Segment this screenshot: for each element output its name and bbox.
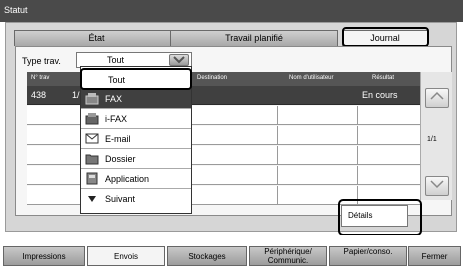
tab-etat[interactable]: État: [14, 30, 179, 46]
dropdown-item-label: E-mail: [105, 134, 131, 144]
tab-stockages[interactable]: Stockages: [167, 246, 247, 266]
dropdown-item-label: Application: [105, 174, 150, 184]
dropdown-item-application[interactable]: Application: [81, 169, 191, 189]
tab-impressions[interactable]: Impressions: [3, 246, 85, 266]
title-bar: Statut: [0, 0, 463, 22]
dropdown-item-label: Dossier: [105, 154, 136, 164]
tab-papier-conso[interactable]: Papier/conso.: [329, 246, 407, 266]
column-header-job-number: N° trav: [31, 75, 50, 81]
job-extra-cell: 1/: [72, 90, 80, 100]
fax-icon: [85, 92, 99, 105]
scroll-up-button[interactable]: [425, 88, 449, 108]
result-cell: En cours: [362, 90, 398, 100]
arrow-down-icon: [85, 192, 99, 205]
tab-travail-planifie[interactable]: Travail planifié: [170, 30, 338, 46]
page-indicator: 1/1: [427, 136, 437, 143]
dropdown-item-fax[interactable]: FAX: [81, 89, 191, 109]
dropdown-item-label: Tout: [108, 75, 126, 85]
column-header-user-name: Nom d'utilisateur: [289, 75, 334, 81]
dropdown-item-ifax[interactable]: i-FAX: [81, 109, 191, 129]
tab-peripherique-communic[interactable]: Périphérique/ Communic.: [249, 246, 327, 266]
scroll-area: 1/1: [420, 72, 452, 200]
column-header-result: Résultat: [372, 75, 395, 81]
application-icon: [85, 172, 99, 185]
dropdown-item-dossier[interactable]: Dossier: [81, 149, 191, 169]
chevron-down-icon: [430, 180, 444, 189]
dropdown-item-email[interactable]: E-mail: [81, 129, 191, 149]
chevron-up-icon: [430, 91, 444, 100]
scroll-down-button[interactable]: [425, 176, 449, 196]
job-type-label: Type trav.: [22, 56, 61, 66]
column-header-destination: Destination: [197, 75, 228, 81]
folder-icon: [85, 152, 99, 165]
dropdown-item-tout[interactable]: Tout: [80, 68, 192, 90]
tab-envois[interactable]: Envois: [87, 246, 165, 266]
dropdown-item-label: Suivant: [105, 194, 136, 204]
dropdown-item-suivant[interactable]: Suivant: [81, 189, 191, 209]
close-button[interactable]: Fermer: [408, 246, 461, 266]
dropdown-item-label: i-FAX: [105, 114, 128, 124]
dropdown-item-label: FAX: [105, 94, 123, 104]
job-type-value: Tout: [107, 55, 125, 65]
details-button-highlight: [338, 199, 422, 236]
ifax-icon: [85, 112, 99, 125]
email-icon: [85, 132, 99, 145]
journal-tab-highlight: [342, 27, 429, 47]
chevron-down-icon[interactable]: [169, 54, 189, 66]
job-number-cell: 438: [31, 90, 47, 100]
window-title: Statut: [4, 5, 28, 15]
